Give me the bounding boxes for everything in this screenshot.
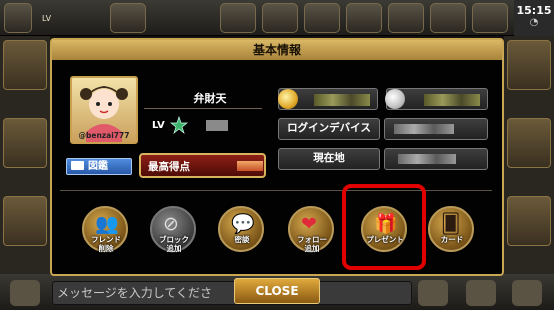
friend-delete-icon: 👥 <box>95 213 119 235</box>
zukan-button[interactable]: 図鑑 <box>66 158 132 175</box>
friend-delete-label: フレンド 削除 <box>91 235 121 253</box>
menu-icon[interactable] <box>4 3 32 33</box>
level-star-icon <box>170 116 188 134</box>
avatar-handle: @benzai777 <box>78 131 130 140</box>
card-button[interactable]: 🂠 カード <box>428 206 474 252</box>
high-score-value-redacted <box>237 161 263 171</box>
block-icon: ⊘ <box>163 213 179 235</box>
wifi-icon: ◔ <box>529 17 539 28</box>
block-add-button[interactable]: ⊘ ブロック 追加 <box>150 206 196 253</box>
close-button[interactable]: CLOSE <box>234 278 320 304</box>
high-score-button[interactable]: 最高得点 <box>139 153 266 178</box>
right-tile[interactable] <box>507 196 551 246</box>
card-label: カード <box>440 235 464 244</box>
ranking-icon[interactable] <box>346 3 382 33</box>
settings-icon[interactable] <box>430 3 466 33</box>
name-divider <box>144 108 262 109</box>
present-box-icon[interactable] <box>304 3 340 33</box>
zukan-label: 図鑑 <box>88 161 108 172</box>
location-label: 現在地 <box>313 152 345 164</box>
level-label: LV <box>152 120 165 131</box>
top-level-label: LV <box>42 14 52 23</box>
gold-coin-icon <box>278 89 298 109</box>
friend-delete-button[interactable]: 👥 フレンド 削除 <box>82 206 128 253</box>
heart-plus-icon: ❤ <box>301 213 317 235</box>
level-value-redacted <box>206 120 228 131</box>
follow-add-button[interactable]: ❤ フォロー 追加 <box>288 206 334 253</box>
left-tile[interactable] <box>3 196 47 246</box>
stamp-icon[interactable] <box>466 280 496 306</box>
right-tile[interactable] <box>507 118 551 168</box>
dialog-title: 基本情報 <box>52 40 502 60</box>
right-tile[interactable] <box>507 40 551 90</box>
cat-icon[interactable] <box>418 280 448 306</box>
block-add-label: ブロック 追加 <box>159 235 189 253</box>
avatar: @benzai777 <box>70 76 138 144</box>
other-icon[interactable] <box>472 3 508 33</box>
chat-button[interactable]: 💬 密談 <box>218 206 264 252</box>
event-icon[interactable] <box>220 3 256 33</box>
login-device-value-redacted <box>394 124 454 134</box>
present-highlight-frame <box>342 184 426 270</box>
chat-label: 密談 <box>234 235 250 244</box>
high-score-label: 最高得点 <box>148 161 190 173</box>
clock: 15:15 ◔ <box>514 0 554 36</box>
section-divider <box>60 190 492 191</box>
chat-icon: 💬 <box>231 213 255 235</box>
emoji-icon[interactable] <box>10 280 40 306</box>
right-side-panel <box>504 36 554 274</box>
location-value-redacted <box>398 154 456 164</box>
player-name: 弁財天 <box>193 92 227 105</box>
follow-add-label: フォロー 追加 <box>297 235 327 253</box>
top-status-bar: LV 15:15 ◔ <box>0 0 554 36</box>
gold-coin-value-redacted <box>314 94 370 106</box>
clock-time: 15:15 <box>516 4 552 17</box>
send-icon[interactable] <box>512 280 542 306</box>
login-device-label: ログインデバイス <box>287 122 371 134</box>
card-icon: 🂠 <box>441 213 461 235</box>
chat-input[interactable]: メッセージを入力してくださ <box>52 281 412 305</box>
shop-icon[interactable] <box>388 3 424 33</box>
silver-coin-icon <box>385 89 405 109</box>
book-icon <box>71 161 84 170</box>
coin-icon[interactable] <box>110 3 146 33</box>
left-side-panel <box>0 36 50 274</box>
game-screen: LV 15:15 ◔ メッセージを入力してくださ 基本情報 @benzai777… <box>0 0 554 310</box>
silver-coin-value-redacted <box>424 94 480 106</box>
left-tile[interactable] <box>3 40 47 90</box>
left-tile[interactable] <box>3 118 47 168</box>
ticket-icon[interactable] <box>262 3 298 33</box>
